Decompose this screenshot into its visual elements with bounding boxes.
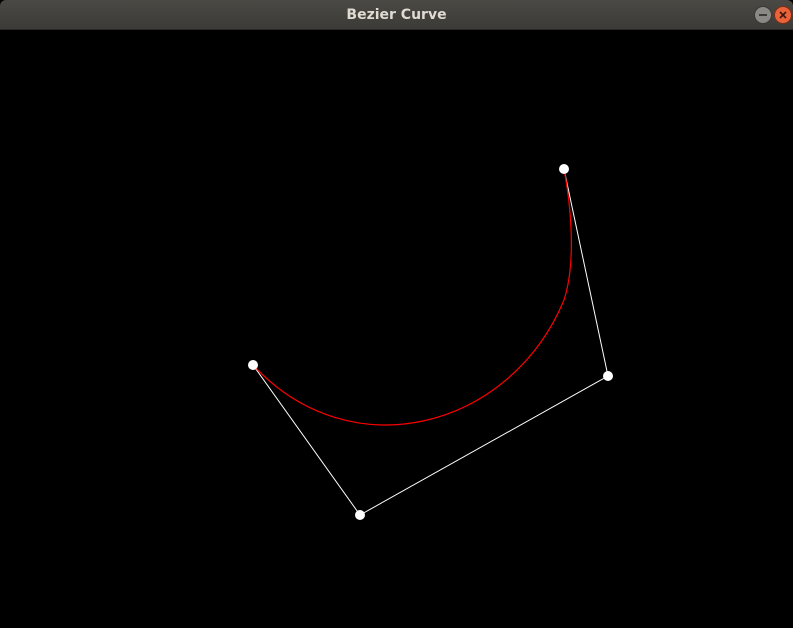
app-window: Bezier Curve xyxy=(0,0,793,628)
minimize-icon xyxy=(759,14,767,16)
close-icon xyxy=(779,11,787,19)
close-button[interactable] xyxy=(774,6,792,24)
title-bar[interactable]: Bezier Curve xyxy=(0,0,793,30)
window-title: Bezier Curve xyxy=(346,7,447,23)
minimize-button[interactable] xyxy=(754,6,772,24)
bezier-drawing xyxy=(248,164,613,520)
control-point[interactable] xyxy=(248,360,258,370)
control-polygon xyxy=(252,168,609,516)
control-point[interactable] xyxy=(603,371,613,381)
drawing-canvas[interactable] xyxy=(0,30,793,628)
bezier-curve xyxy=(252,168,572,426)
control-point[interactable] xyxy=(355,510,365,520)
control-point[interactable] xyxy=(559,164,569,174)
